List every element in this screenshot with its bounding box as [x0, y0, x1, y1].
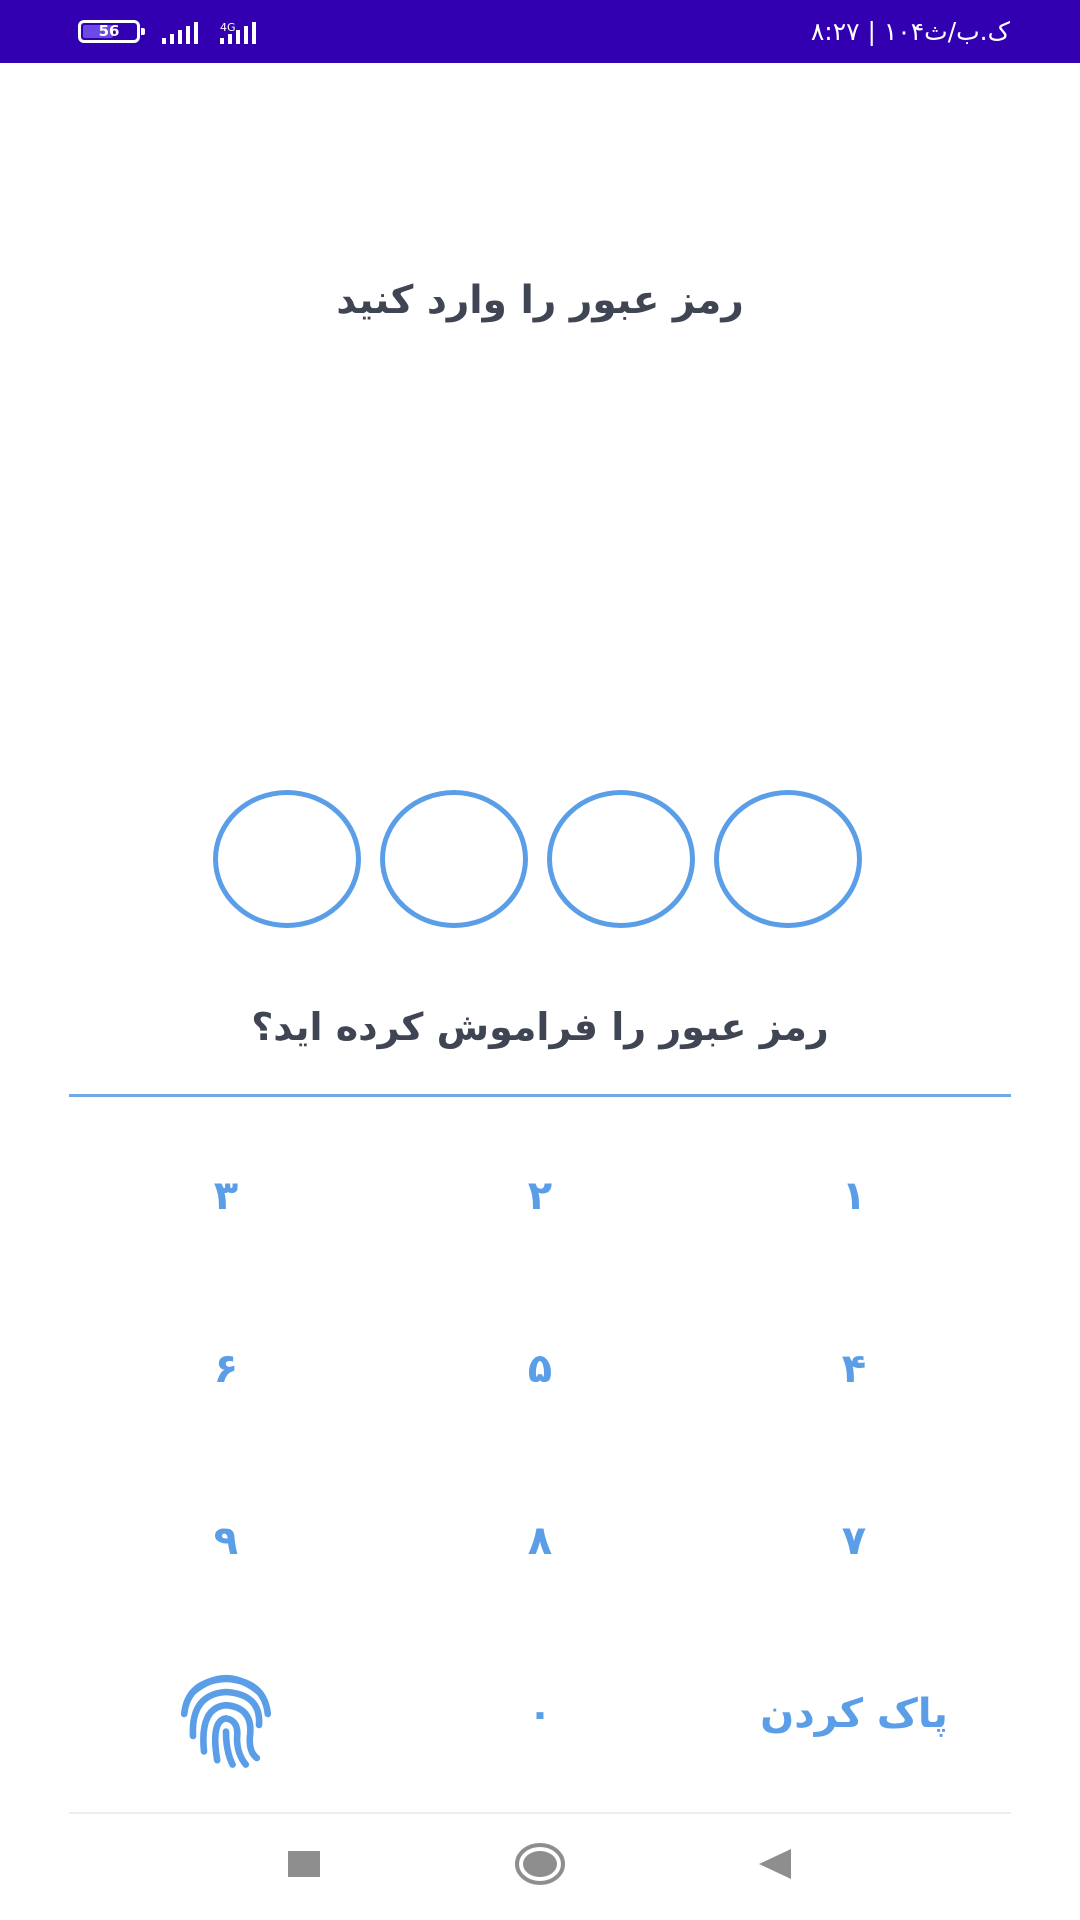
pin-indicator: [213, 790, 862, 928]
fingerprint-icon: [180, 1674, 272, 1768]
battery-tip: [141, 28, 145, 35]
key-4[interactable]: ۴: [697, 1283, 1011, 1456]
key-1[interactable]: ۱: [697, 1110, 1011, 1283]
numeric-keypad: ۱ ۲ ۳ ۴ ۵ ۶ ۷ ۸ ۹ پاک کردن ۰: [69, 1110, 1011, 1800]
recents-button[interactable]: [274, 1834, 334, 1894]
key-9[interactable]: ۹: [69, 1455, 383, 1628]
navigation-bar: [0, 1814, 1080, 1920]
pin-dot: [714, 790, 862, 928]
triangle-back-icon: [759, 1849, 791, 1879]
pin-dot: [213, 790, 361, 928]
divider: [69, 1094, 1011, 1097]
battery-level: 56: [98, 22, 120, 40]
battery-icon: 56: [78, 20, 145, 43]
key-6[interactable]: ۶: [69, 1283, 383, 1456]
square-icon: [288, 1851, 320, 1877]
pin-dot: [547, 790, 695, 928]
key-7[interactable]: ۷: [697, 1455, 1011, 1628]
forgot-password-link[interactable]: رمز عبور را فراموش کرده اید؟: [0, 1005, 1080, 1049]
key-8[interactable]: ۸: [383, 1455, 697, 1628]
status-bar: 56 4G ۸:۲۷ | ۱۰۴ک.ب/ث: [0, 0, 1080, 63]
fingerprint-button[interactable]: [69, 1628, 383, 1801]
home-button[interactable]: [510, 1834, 570, 1894]
key-3[interactable]: ۳: [69, 1110, 383, 1283]
signal-strength-icon: [162, 20, 198, 44]
mobile-data-icon: 4G: [219, 20, 256, 44]
clear-button[interactable]: پاک کردن: [697, 1628, 1011, 1801]
key-5[interactable]: ۵: [383, 1283, 697, 1456]
back-button[interactable]: [745, 1834, 805, 1894]
pin-dot: [380, 790, 528, 928]
status-time: ۸:۲۷ | ۱۰۴ک.ب/ث: [810, 17, 1010, 46]
key-2[interactable]: ۲: [383, 1110, 697, 1283]
network-type: 4G: [220, 20, 236, 34]
status-indicators: 56 4G: [78, 0, 256, 63]
circle-icon: [515, 1843, 565, 1885]
page-title: رمز عبور را وارد کنید: [336, 278, 744, 323]
key-0[interactable]: ۰: [383, 1628, 697, 1801]
